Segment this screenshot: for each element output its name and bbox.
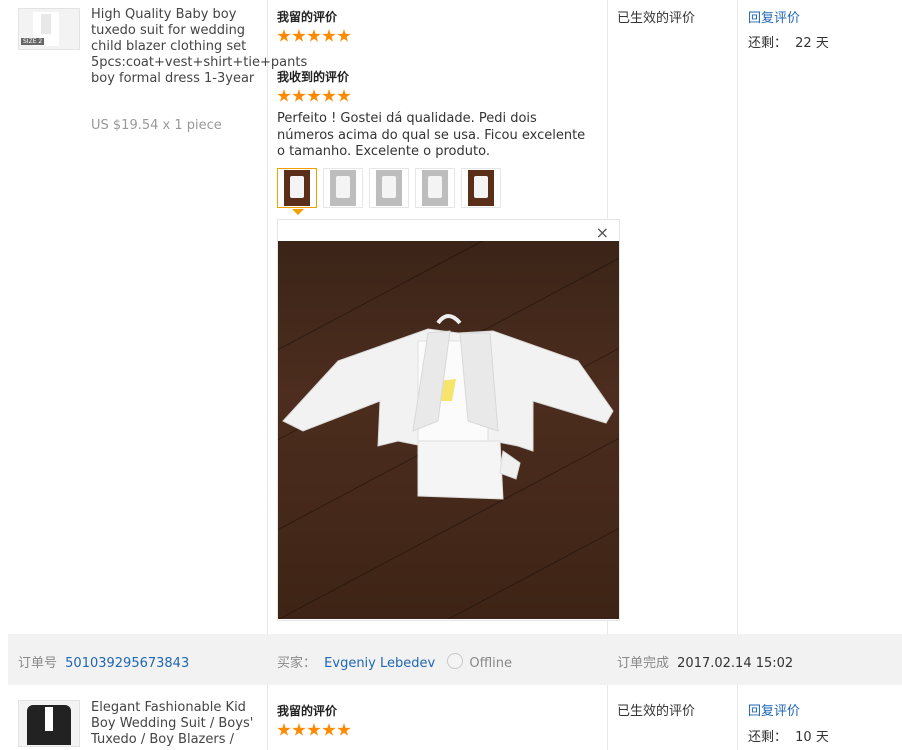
my-review-stars — [277, 723, 351, 737]
star-icon — [307, 89, 321, 102]
remaining-time: 还剩： 10 天 — [748, 726, 829, 745]
received-review-text: Perfeito ! Gostei dá qualidade. Pedi doi… — [277, 111, 586, 159]
star-icon — [307, 723, 321, 736]
star-icon — [307, 29, 321, 42]
star-icon — [337, 89, 351, 102]
remaining-label: 还剩： — [748, 730, 788, 745]
star-icon — [322, 29, 336, 42]
review-status: 已生效的评价 — [617, 704, 696, 719]
review-photo-thumb[interactable] — [415, 168, 455, 208]
star-icon — [337, 723, 351, 736]
buyer-info: 买家： Evgeniy Lebedev Offline — [277, 652, 512, 671]
reply-review-link[interactable]: 回复评价 — [748, 700, 800, 719]
reply-review-link[interactable]: 回复评价 — [748, 7, 800, 26]
received-review-stars — [277, 89, 351, 103]
selected-thumb-caret — [292, 209, 304, 215]
star-icon — [277, 29, 291, 42]
review-photo-thumb[interactable] — [277, 168, 317, 208]
star-icon — [292, 723, 306, 736]
review-photo-thumbnails — [277, 168, 501, 208]
product-thumbnail[interactable]: SIZE 2 — [18, 8, 80, 50]
order-number-link[interactable]: 501039295673843 — [65, 656, 189, 671]
buyer-name-link[interactable]: Evgeniy Lebedev — [324, 656, 435, 671]
order-number-label: 订单号 — [18, 656, 58, 671]
star-icon — [292, 29, 306, 42]
column-divider — [267, 685, 268, 750]
order-complete: 订单完成 2017.02.14 15:02 — [617, 652, 793, 671]
column-divider — [267, 0, 268, 634]
my-review-heading: 我留的评价 — [277, 704, 338, 718]
size-tag: SIZE 2 — [21, 38, 45, 45]
chat-status-icon[interactable] — [447, 653, 464, 669]
review-status: 已生效的评价 — [617, 11, 696, 26]
received-review-heading: 我收到的评价 — [277, 70, 350, 84]
remaining-value: 22 天 — [795, 36, 829, 51]
review-photo-thumb[interactable] — [369, 168, 409, 208]
star-icon — [322, 723, 336, 736]
review-photo-thumb[interactable] — [461, 168, 501, 208]
star-icon — [277, 723, 291, 736]
remaining-time: 还剩： 22 天 — [748, 32, 829, 51]
review-photo-thumb[interactable] — [323, 168, 363, 208]
star-icon — [292, 89, 306, 102]
my-review-heading: 我留的评价 — [277, 10, 338, 24]
star-icon — [277, 89, 291, 102]
buyer-label: 买家： — [277, 656, 317, 671]
star-icon — [322, 89, 336, 102]
star-icon — [337, 29, 351, 42]
review-photo-large — [278, 241, 619, 619]
column-divider — [737, 685, 738, 750]
product-price: US $19.54 x 1 piece — [91, 118, 222, 133]
product-title[interactable]: Elegant Fashionable Kid Boy Wedding Suit… — [91, 700, 259, 748]
remaining-label: 还剩： — [748, 36, 788, 51]
review-photo-viewer: × — [277, 219, 620, 621]
white-suit-graphic — [282, 314, 614, 500]
my-review-stars — [277, 29, 351, 43]
column-divider — [737, 0, 738, 634]
order-complete-label: 订单完成 — [617, 656, 670, 671]
order-number: 订单号 501039295673843 — [18, 652, 189, 671]
product-title[interactable]: High Quality Baby boy tuxedo suit for we… — [91, 7, 307, 87]
close-icon[interactable]: × — [596, 223, 609, 242]
order-complete-time: 2017.02.14 15:02 — [677, 656, 794, 671]
column-divider — [607, 685, 608, 750]
remaining-value: 10 天 — [795, 730, 829, 745]
buyer-status: Offline — [469, 656, 512, 671]
product-thumbnail[interactable] — [18, 700, 80, 747]
